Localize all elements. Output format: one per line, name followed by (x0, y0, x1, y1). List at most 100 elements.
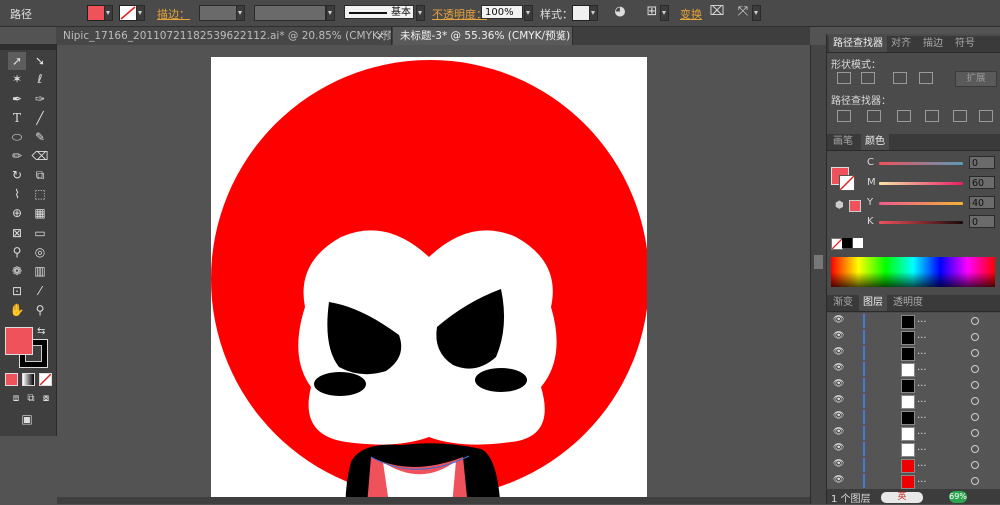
type-tool-icon[interactable]: T (8, 109, 26, 127)
variable-width-field[interactable] (254, 5, 326, 21)
artboard-tool-icon[interactable]: ⊡ (8, 282, 26, 300)
layer-name[interactable]: ... (917, 442, 927, 453)
layer-name[interactable]: ... (917, 378, 927, 389)
unite-button[interactable] (837, 72, 851, 84)
target-circle-icon[interactable] (971, 365, 979, 373)
fill-box[interactable] (5, 327, 33, 355)
black-swatch[interactable] (842, 238, 852, 248)
layer-name[interactable]: ... (917, 346, 927, 357)
layer-row[interactable]: 👁... (827, 377, 1000, 394)
close-icon[interactable]: × (557, 27, 566, 45)
blend-tool-icon[interactable]: ◎ (31, 243, 49, 261)
stroke-profile-dropdown[interactable] (416, 5, 425, 21)
layer-name[interactable]: ... (917, 314, 927, 325)
zoom-tool-icon[interactable]: ⚲ (31, 301, 49, 319)
ime-indicator[interactable]: 英 (881, 492, 923, 503)
layer-row[interactable]: 👁... (827, 409, 1000, 426)
layer-name[interactable]: ... (917, 458, 927, 469)
stroke-profile-field[interactable]: 基本 (344, 5, 414, 19)
channel-y-slider[interactable] (879, 202, 963, 205)
gradient-mode-icon[interactable] (22, 373, 35, 386)
line-tool-icon[interactable]: ╱ (31, 109, 49, 127)
scale-tool-icon[interactable]: ⧉ (31, 166, 49, 184)
warp-tool-icon[interactable]: ⌇ (8, 185, 26, 203)
out-of-gamut-icon[interactable]: ⬢ (835, 200, 844, 211)
eye-icon[interactable]: 👁 (833, 315, 844, 325)
layer-name[interactable]: ... (917, 362, 927, 373)
toolbox-grip[interactable] (0, 44, 56, 50)
selection-tool-icon[interactable]: ➚ (8, 52, 26, 70)
style-dropdown[interactable] (589, 5, 598, 21)
layer-name[interactable]: ... (917, 394, 927, 405)
channel-m-field[interactable]: 60 (969, 176, 995, 189)
shape-builder-tool-icon[interactable]: ⊕ (8, 204, 26, 222)
draw-inside-icon[interactable]: ⧇ (37, 390, 55, 408)
layer-row[interactable]: 👁... (827, 361, 1000, 378)
tab-gradient[interactable]: 渐变 (829, 295, 857, 311)
slice-tool-icon[interactable]: ⁄ (31, 282, 49, 300)
column-graph-tool-icon[interactable]: ▥ (31, 262, 49, 280)
layer-row[interactable]: 👁... (827, 473, 1000, 490)
eye-icon[interactable]: 👁 (833, 395, 844, 405)
tab-pathfinder[interactable]: 路径查找器 (829, 36, 887, 52)
merge-button[interactable] (897, 110, 911, 122)
color-spectrum-bar[interactable] (831, 257, 995, 287)
align-dropdown[interactable] (660, 5, 669, 21)
exclude-button[interactable] (919, 72, 933, 84)
pen-tool-icon[interactable]: ✒ (8, 90, 26, 108)
isolate-icon[interactable]: ⤧ (735, 4, 751, 20)
fill-dropdown[interactable] (104, 5, 113, 21)
fill-swatch-icon[interactable] (87, 5, 105, 21)
channel-c-field[interactable]: 0 (969, 156, 995, 169)
outline-button[interactable] (953, 110, 967, 122)
tab-symbols[interactable]: 符号 (951, 36, 979, 52)
magic-wand-tool-icon[interactable]: ✶ (8, 70, 26, 88)
layer-name[interactable]: ... (917, 330, 927, 341)
channel-c-slider[interactable] (879, 162, 963, 165)
minus-back-button[interactable] (979, 110, 993, 122)
swap-fill-stroke-icon[interactable]: ⇆ (37, 326, 45, 337)
gradient-tool-icon[interactable]: ▭ (31, 224, 49, 242)
trim-button[interactable] (867, 110, 881, 122)
no-stroke-icon[interactable] (119, 5, 137, 21)
layer-row[interactable]: 👁... (827, 441, 1000, 458)
channel-k-field[interactable]: 0 (969, 215, 995, 228)
tab-align[interactable]: 对齐 (887, 36, 915, 52)
free-transform-tool-icon[interactable]: ⬚ (31, 185, 49, 203)
layer-name[interactable]: ... (917, 474, 927, 485)
gamut-swatch[interactable] (849, 200, 861, 212)
eye-icon[interactable]: 👁 (833, 331, 844, 341)
align-icon[interactable]: ⊞ (644, 4, 660, 20)
none-mode-icon[interactable] (39, 373, 52, 386)
target-circle-icon[interactable] (971, 445, 979, 453)
tab-document-1[interactable]: Nipic_17166_20110721182539622112.ai* @ 2… (56, 27, 392, 45)
isolate-dropdown[interactable] (752, 5, 761, 21)
target-circle-icon[interactable] (971, 397, 979, 405)
eye-icon[interactable]: 👁 (833, 379, 844, 389)
channel-m-slider[interactable] (879, 182, 963, 185)
canvas-area[interactable] (57, 45, 810, 504)
tab-brushes[interactable]: 画笔 (829, 134, 857, 150)
mesh-tool-icon[interactable]: ⊠ (8, 224, 26, 242)
color-mode-icon[interactable] (5, 373, 18, 386)
perspective-grid-tool-icon[interactable]: ▦ (31, 204, 49, 222)
artboard[interactable] (211, 57, 647, 504)
layer-row[interactable]: 👁... (827, 425, 1000, 442)
eye-icon[interactable]: 👁 (833, 347, 844, 357)
layer-row[interactable]: 👁... (827, 393, 1000, 410)
divide-button[interactable] (837, 110, 851, 122)
eraser-tool-icon[interactable]: ⌫ (31, 147, 49, 165)
rotate-tool-icon[interactable]: ↻ (8, 166, 26, 184)
color-stroke-swatch[interactable] (839, 175, 855, 191)
symbol-sprayer-tool-icon[interactable]: ❁ (8, 262, 26, 280)
layer-row[interactable]: 👁... (827, 313, 1000, 330)
target-circle-icon[interactable] (971, 413, 979, 421)
target-circle-icon[interactable] (971, 381, 979, 389)
stroke-dropdown[interactable] (136, 5, 145, 21)
tab-color[interactable]: 颜色 (861, 134, 889, 150)
stroke-weight-field[interactable] (199, 5, 237, 21)
channel-y-field[interactable]: 40 (969, 196, 995, 209)
target-circle-icon[interactable] (971, 317, 979, 325)
expand-button[interactable]: 扩展 (955, 71, 997, 87)
eyedropper-tool-icon[interactable]: ⚲ (8, 243, 26, 261)
